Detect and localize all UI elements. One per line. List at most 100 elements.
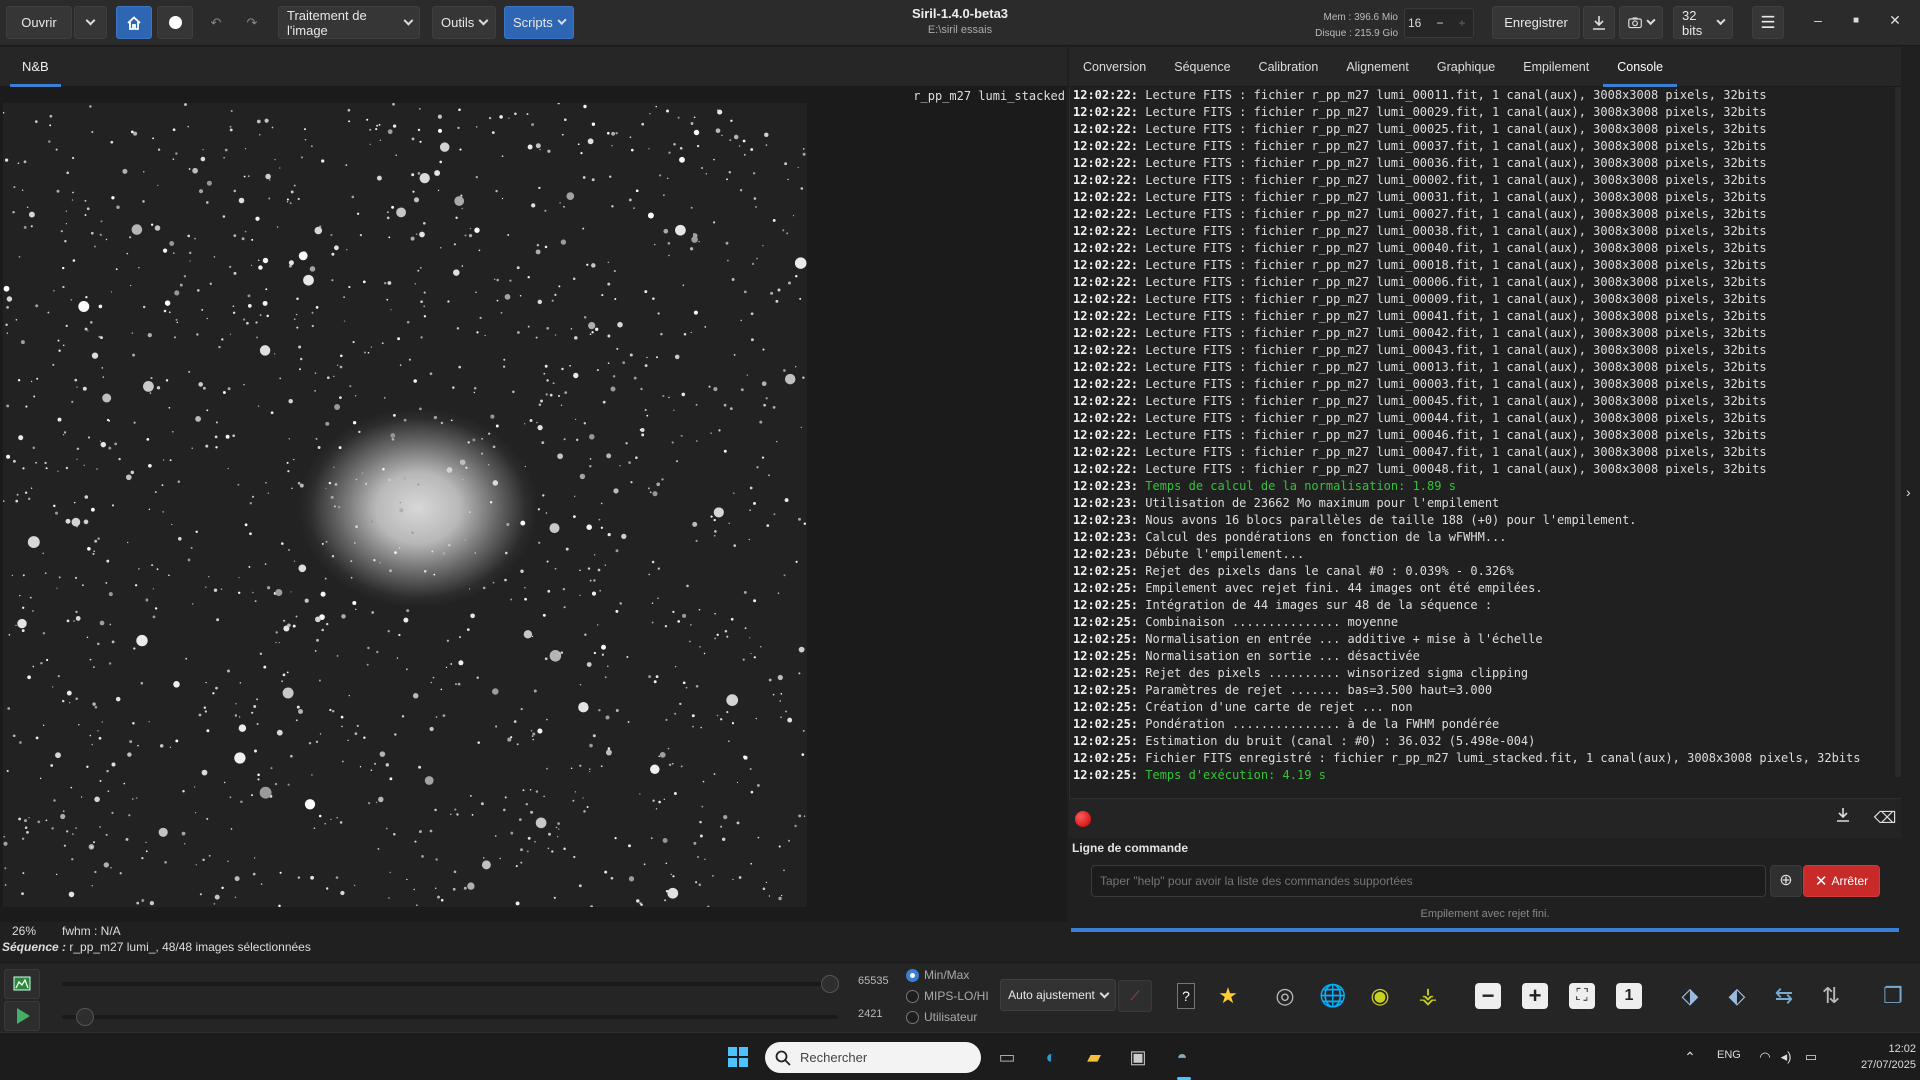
star-catalog-button[interactable]: ★ xyxy=(1210,978,1246,1014)
tab-console[interactable]: Console xyxy=(1603,47,1678,87)
edge-icon: ◐ xyxy=(1045,1046,1057,1067)
scripts-menu[interactable]: Scripts xyxy=(504,6,574,39)
low-threshold-slider[interactable] xyxy=(62,1008,838,1026)
record-circle-icon xyxy=(168,16,182,29)
tab-calibration[interactable]: Calibration xyxy=(1245,47,1333,87)
console-line: 12:02:23: Calcul des pondérations en fon… xyxy=(1073,529,1899,546)
radio-mips[interactable]: MIPS-LO/HI xyxy=(906,989,989,1003)
redo-button[interactable]: ↷ xyxy=(235,6,269,39)
color-map-button[interactable]: ⟋ xyxy=(1118,980,1152,1012)
astro-image[interactable] xyxy=(3,103,807,907)
start-button[interactable] xyxy=(724,1043,752,1071)
layers-icon: ❐ xyxy=(1883,983,1903,1008)
tab-sequence[interactable]: Séquence xyxy=(1160,47,1244,87)
rotate-left-button[interactable]: ⬗ xyxy=(1672,978,1708,1014)
console-message: Utilisation de 23662 Mo maximum pour l'e… xyxy=(1138,496,1500,510)
threads-spinner[interactable]: 16 − + xyxy=(1404,8,1474,38)
tools-menu[interactable]: Outils xyxy=(432,6,496,39)
console-line: 12:02:25: Fichier FITS enregistré : fich… xyxy=(1073,750,1899,767)
home-button[interactable] xyxy=(116,6,152,39)
display-mode-select[interactable]: Auto ajustement xyxy=(1000,979,1116,1011)
chevron-down-icon xyxy=(1716,15,1726,26)
console-line: 12:02:22: Lecture FITS : fichier r_pp_m2… xyxy=(1073,393,1899,410)
slider-handle[interactable] xyxy=(821,975,840,993)
annotate-button[interactable]: 🌐 xyxy=(1315,978,1351,1014)
explorer-button[interactable]: ▰ xyxy=(1080,1043,1108,1071)
console-line: 12:02:22: Lecture FITS : fichier r_pp_m2… xyxy=(1073,172,1899,189)
command-input[interactable] xyxy=(1091,865,1766,897)
status-dot-icon xyxy=(1075,811,1091,827)
taskbar-search[interactable]: Rechercher xyxy=(765,1042,981,1073)
radio-minmax[interactable]: Min/Max xyxy=(906,968,969,982)
console-line: 12:02:23: Débute l'empilement... xyxy=(1073,546,1899,563)
stop-button[interactable]: ✕ Arrêter xyxy=(1803,865,1880,897)
siril-taskbar-button[interactable]: ◓ xyxy=(1168,1043,1196,1071)
snapshot-button[interactable] xyxy=(1619,6,1663,39)
open-button[interactable]: Ouvrir xyxy=(6,6,72,39)
edge-button[interactable]: ◐ xyxy=(1037,1043,1065,1071)
language-indicator[interactable]: ENG xyxy=(1717,1049,1741,1061)
image-filename: r_pp_m27 lumi_stacked xyxy=(913,89,1065,103)
volume-icon[interactable]: ◂) xyxy=(1772,1043,1800,1071)
plus-icon[interactable]: + xyxy=(1451,16,1473,30)
zoom-in-button[interactable]: + xyxy=(1517,978,1553,1014)
radio-user[interactable]: Utilisateur xyxy=(906,1010,977,1024)
tab-registration[interactable]: Alignement xyxy=(1332,47,1423,87)
image-viewer[interactable]: r_pp_m27 lumi_stacked xyxy=(0,87,1067,922)
header-toolbar: Ouvrir ↶ ↷ Traitement de l'image Outils … xyxy=(0,0,1920,46)
terminal-button[interactable]: ▣ xyxy=(1124,1043,1152,1071)
bitdepth-menu[interactable]: 32 bits xyxy=(1673,6,1733,39)
taskbar-clock[interactable]: 12:02 27/07/2025 xyxy=(1836,1041,1916,1073)
zoom-out-button[interactable]: − xyxy=(1470,978,1506,1014)
layers-button[interactable]: ❐ xyxy=(1875,978,1911,1014)
psf-button[interactable]: ◉ xyxy=(1362,978,1398,1014)
camera-icon xyxy=(1628,17,1642,29)
maximize-button[interactable]: ■ xyxy=(1841,15,1871,26)
tab-grayscale[interactable]: N&B xyxy=(10,47,61,87)
open-recent-dropdown[interactable] xyxy=(74,6,107,39)
clear-log-button[interactable]: ⌫ xyxy=(1873,807,1897,831)
mirror-y-button[interactable]: ⇅ xyxy=(1813,978,1849,1014)
minus-icon[interactable]: − xyxy=(1429,16,1451,30)
close-button[interactable]: ✕ xyxy=(1880,12,1910,29)
livestack-button[interactable] xyxy=(157,6,193,39)
task-view-button[interactable]: ▭ xyxy=(993,1043,1021,1071)
invert-icon: ? xyxy=(1177,983,1195,1009)
mirror-x-button[interactable]: ⇆ xyxy=(1766,978,1802,1014)
panel-collapse-icon[interactable]: › xyxy=(1906,484,1911,500)
console-message: Lecture FITS : fichier r_pp_m27 lumi_000… xyxy=(1138,156,1767,170)
undo-button[interactable]: ↶ xyxy=(199,6,233,39)
astrometry-button[interactable]: ⚶ xyxy=(1410,978,1446,1014)
battery-icon[interactable]: ▭ xyxy=(1797,1043,1825,1071)
play-button[interactable] xyxy=(4,1001,40,1031)
minimize-button[interactable]: – xyxy=(1803,12,1833,28)
zoom-fit-button[interactable]: ⛶ xyxy=(1564,978,1600,1014)
console-timestamp: 12:02:22: xyxy=(1073,309,1139,323)
rotate-right-button[interactable]: ⬖ xyxy=(1719,978,1755,1014)
photometry-button[interactable]: ◎ xyxy=(1267,978,1303,1014)
console-panel: 12:02:22: Lecture FITS : fichier r_pp_m2… xyxy=(1069,87,1901,798)
save-log-button[interactable] xyxy=(1831,807,1855,831)
console-message: Temps de calcul de la normalisation: 1.8… xyxy=(1138,479,1456,493)
image-processing-menu[interactable]: Traitement de l'image xyxy=(278,6,420,39)
tab-stacking[interactable]: Empilement xyxy=(1509,47,1603,87)
tab-plot[interactable]: Graphique xyxy=(1423,47,1509,87)
save-as-button[interactable] xyxy=(1583,6,1615,39)
high-threshold-slider[interactable] xyxy=(62,975,840,993)
histogram-button[interactable] xyxy=(4,969,40,999)
save-button[interactable]: Enregistrer xyxy=(1492,6,1580,39)
memory-status: Mem : 396.6 Mio Disque : 215.9 Gio xyxy=(1300,10,1398,42)
main-menu-button[interactable]: ☰ xyxy=(1752,6,1784,39)
panel-tabs: Conversion Séquence Calibration Aligneme… xyxy=(1069,47,1901,87)
tab-conversion[interactable]: Conversion xyxy=(1069,47,1160,87)
undo-icon: ↶ xyxy=(210,14,222,30)
zoom-100-button[interactable]: 1 xyxy=(1611,978,1647,1014)
slider-handle[interactable] xyxy=(76,1008,95,1026)
tray-overflow-button[interactable]: ⌃ xyxy=(1676,1043,1704,1071)
console-scrollbar[interactable] xyxy=(1895,87,1901,777)
command-help-button[interactable]: ⊕ xyxy=(1770,865,1802,897)
window-title-block: Siril-1.4.0-beta3 E:\siril essais xyxy=(860,6,1060,36)
console-message: Lecture FITS : fichier r_pp_m27 lumi_000… xyxy=(1138,394,1767,408)
starfield-image xyxy=(3,103,807,907)
invert-toggle[interactable]: ? xyxy=(1168,978,1204,1014)
